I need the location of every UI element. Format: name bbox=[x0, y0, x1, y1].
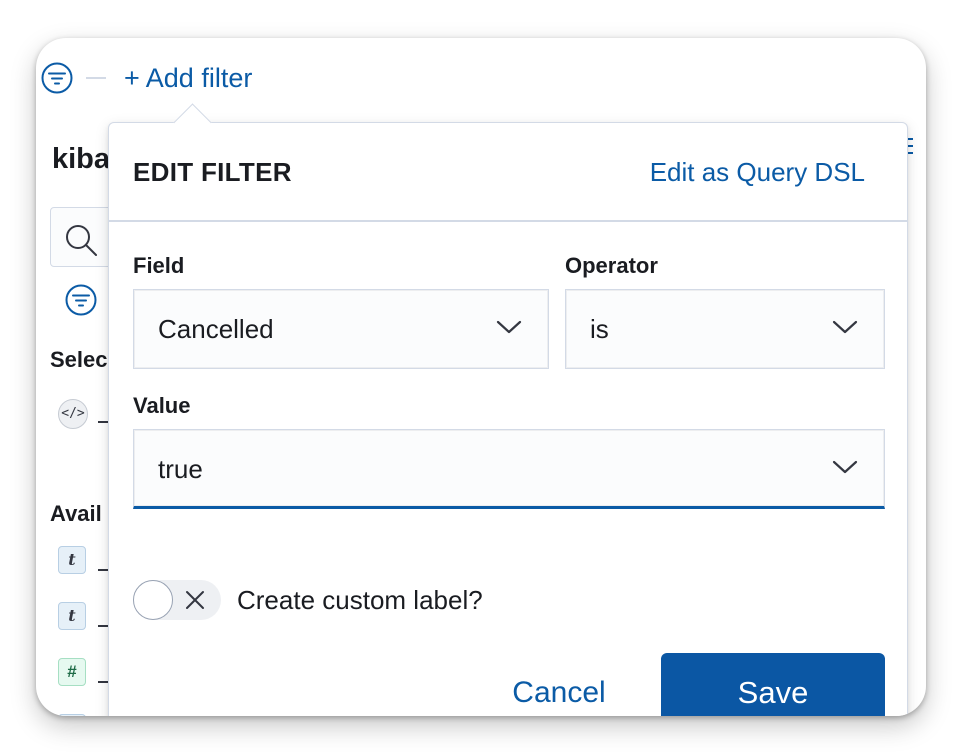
filter-icon[interactable] bbox=[41, 62, 73, 94]
value-select-value: true bbox=[158, 454, 203, 484]
operator-label: Operator bbox=[565, 253, 658, 278]
operator-select-value: is bbox=[590, 314, 609, 344]
sidebar: kiba Selec </> Avail t t # bbox=[36, 118, 152, 716]
string-type-icon: t bbox=[58, 714, 86, 716]
string-type-icon: t bbox=[58, 546, 86, 574]
close-icon bbox=[186, 591, 204, 609]
cancel-button[interactable]: Cancel bbox=[489, 653, 629, 716]
operator-select[interactable]: is bbox=[565, 289, 885, 369]
add-filter-link[interactable]: + Add filter bbox=[124, 62, 252, 94]
filter-bar-divider bbox=[86, 77, 106, 79]
app-window: + Add filter kiba Selec </> Avail t t # … bbox=[36, 38, 926, 716]
string-type-icon: t bbox=[58, 602, 86, 630]
search-icon bbox=[66, 225, 97, 256]
number-type-icon: # bbox=[58, 658, 86, 686]
popover-title: EDIT FILTER bbox=[133, 157, 292, 187]
popover-header: EDIT FILTER Edit as Query DSL bbox=[109, 123, 907, 222]
value-select[interactable]: true bbox=[133, 429, 885, 509]
field-token-number: # bbox=[58, 658, 88, 688]
field-name[interactable] bbox=[98, 681, 108, 683]
switch-knob bbox=[133, 580, 173, 620]
field-label: Field bbox=[133, 253, 185, 278]
field-name[interactable] bbox=[98, 421, 108, 423]
index-pattern-title: kiba bbox=[52, 143, 111, 175]
custom-label-switch[interactable] bbox=[133, 580, 221, 620]
field-name[interactable] bbox=[98, 625, 108, 627]
field-token-string: t bbox=[58, 714, 88, 716]
filter-bar: + Add filter bbox=[36, 38, 926, 118]
field-select[interactable]: Cancelled bbox=[133, 289, 549, 369]
edit-filter-popover: EDIT FILTER Edit as Query DSL Field Canc… bbox=[108, 103, 908, 716]
chevron-down-icon bbox=[496, 320, 522, 334]
field-token-source: </> bbox=[58, 399, 88, 429]
edit-as-query-dsl-link[interactable]: Edit as Query DSL bbox=[650, 157, 865, 188]
selected-fields-heading: Selec bbox=[50, 347, 108, 372]
field-filter-icon[interactable] bbox=[65, 284, 97, 321]
field-select-value: Cancelled bbox=[158, 314, 274, 344]
code-icon: </> bbox=[58, 399, 88, 429]
available-fields-heading: Avail bbox=[50, 501, 102, 526]
chevron-down-icon bbox=[832, 320, 858, 334]
field-token-string: t bbox=[58, 546, 88, 576]
custom-label-toggle-label[interactable]: Create custom label? bbox=[237, 585, 483, 616]
save-button[interactable]: Save bbox=[661, 653, 885, 716]
chevron-down-icon bbox=[832, 460, 858, 474]
field-token-string: t bbox=[58, 602, 88, 632]
field-name[interactable] bbox=[98, 569, 108, 571]
value-label: Value bbox=[133, 393, 191, 418]
